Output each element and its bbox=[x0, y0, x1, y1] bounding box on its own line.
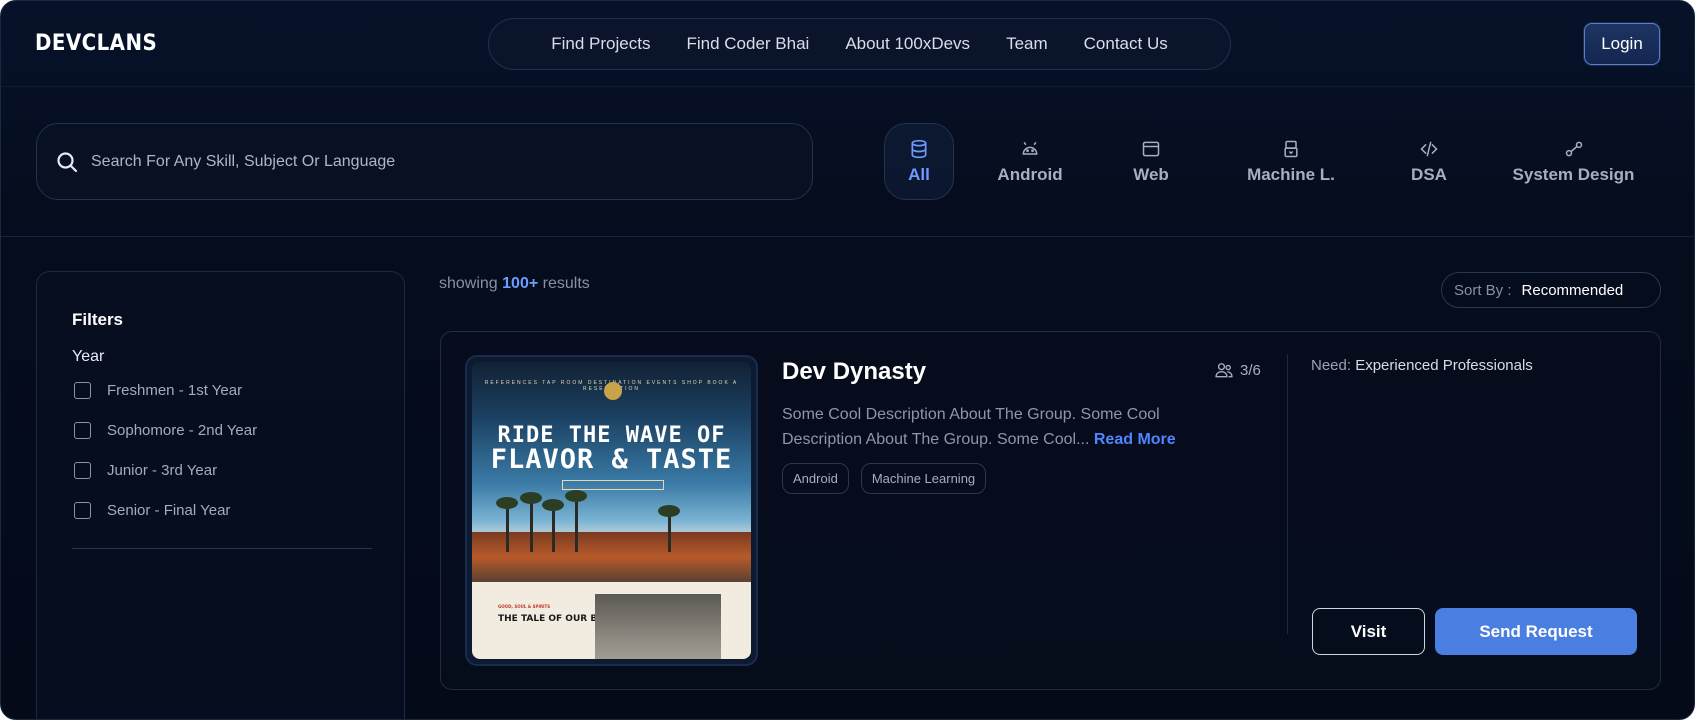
card-divider bbox=[1287, 354, 1288, 634]
results-count: showing 100+ results bbox=[439, 275, 590, 293]
android-icon bbox=[1022, 141, 1038, 155]
search-input[interactable] bbox=[91, 152, 711, 171]
filters-panel: Filters Year Freshmen - 1st Year Sophomo… bbox=[36, 271, 405, 719]
category-system-design[interactable]: System Design bbox=[1506, 123, 1641, 200]
category-dsa[interactable]: DSA bbox=[1399, 123, 1459, 200]
category-all[interactable]: All bbox=[884, 123, 954, 200]
search-toolbar: All Android Web Machine L. DSA bbox=[1, 87, 1694, 237]
need-value: Experienced Professionals bbox=[1355, 357, 1533, 374]
nav-contact-us[interactable]: Contact Us bbox=[1084, 34, 1168, 54]
checkbox[interactable] bbox=[74, 382, 91, 399]
app-frame: DEVCLANS Find Projects Find Coder Bhai A… bbox=[0, 0, 1695, 720]
category-web[interactable]: Web bbox=[1121, 123, 1181, 200]
tag-android[interactable]: Android bbox=[782, 463, 849, 494]
browser-window-icon bbox=[1142, 141, 1160, 156]
nav-about[interactable]: About 100xDevs bbox=[845, 34, 970, 54]
divider bbox=[72, 548, 372, 549]
code-icon bbox=[1420, 141, 1438, 156]
thumbnail-pill bbox=[562, 480, 664, 490]
filter-freshmen[interactable]: Freshmen - 1st Year bbox=[74, 382, 242, 399]
filter-label: Sophomore - 2nd Year bbox=[107, 422, 258, 439]
checkbox[interactable] bbox=[74, 502, 91, 519]
category-machine-learning[interactable]: Machine L. bbox=[1241, 123, 1341, 200]
nodes-icon bbox=[1565, 141, 1582, 156]
database-icon bbox=[911, 139, 927, 158]
logo[interactable]: DEVCLANS bbox=[35, 31, 157, 56]
filters-title: Filters bbox=[72, 310, 124, 329]
category-android[interactable]: Android bbox=[990, 123, 1070, 200]
member-count: 3/6 bbox=[1214, 360, 1261, 380]
sort-value: Recommended bbox=[1521, 281, 1624, 299]
project-card: REFERENCES TAP ROOM DESTINATION EVENTS S… bbox=[440, 331, 1661, 690]
top-header: DEVCLANS Find Projects Find Coder Bhai A… bbox=[1, 1, 1694, 87]
sort-dropdown[interactable]: Sort By : Recommended bbox=[1441, 272, 1661, 308]
filter-junior[interactable]: Junior - 3rd Year bbox=[74, 462, 217, 479]
nav-find-projects[interactable]: Find Projects bbox=[551, 34, 650, 54]
filter-label: Freshmen - 1st Year bbox=[107, 382, 243, 399]
project-title[interactable]: Dev Dynasty bbox=[782, 358, 926, 386]
checkbox[interactable] bbox=[74, 422, 91, 439]
category-label: All bbox=[908, 164, 930, 184]
send-request-button[interactable]: Send Request bbox=[1435, 608, 1637, 655]
read-more-link[interactable]: Read More bbox=[1094, 431, 1176, 448]
project-thumbnail[interactable]: REFERENCES TAP ROOM DESTINATION EVENTS S… bbox=[465, 355, 758, 666]
brewery-logo-icon bbox=[604, 382, 622, 400]
project-tags: Android Machine Learning bbox=[782, 463, 987, 494]
category-label: Android bbox=[997, 164, 1063, 184]
main-nav: Find Projects Find Coder Bhai About 100x… bbox=[488, 18, 1231, 70]
thumbnail-headline: RIDE THE WAVE OF FLAVOR & TASTE bbox=[490, 423, 733, 475]
visit-button[interactable]: Visit bbox=[1312, 608, 1425, 655]
need-label: Need: bbox=[1311, 357, 1352, 374]
search-box[interactable] bbox=[36, 123, 813, 200]
category-label: Web bbox=[1133, 164, 1169, 184]
nav-team[interactable]: Team bbox=[1006, 34, 1048, 54]
sort-label: Sort By : bbox=[1454, 281, 1512, 299]
robot-icon bbox=[1284, 140, 1298, 157]
filter-label: Junior - 3rd Year bbox=[107, 462, 218, 479]
results-number: 100+ bbox=[502, 275, 539, 292]
results-prefix: showing bbox=[439, 275, 498, 292]
checkbox[interactable] bbox=[74, 462, 91, 479]
users-icon bbox=[1215, 363, 1233, 378]
nav-find-coder-bhai[interactable]: Find Coder Bhai bbox=[686, 34, 809, 54]
results-suffix: results bbox=[542, 275, 590, 292]
search-icon bbox=[57, 151, 78, 172]
category-label: Machine L. bbox=[1247, 164, 1335, 184]
filter-label: Senior - Final Year bbox=[107, 502, 231, 519]
need-info: Need: Experienced Professionals bbox=[1311, 357, 1533, 374]
login-button[interactable]: Login bbox=[1584, 23, 1660, 65]
tag-machine-learning[interactable]: Machine Learning bbox=[860, 463, 987, 494]
year-label: Year bbox=[72, 348, 105, 365]
filter-sophomore[interactable]: Sophomore - 2nd Year bbox=[74, 422, 257, 439]
project-description: Some Cool Description About The Group. S… bbox=[782, 406, 1176, 448]
filter-senior[interactable]: Senior - Final Year bbox=[74, 502, 230, 519]
member-count-value: 3/6 bbox=[1240, 361, 1261, 379]
category-label: System Design bbox=[1512, 164, 1635, 184]
category-label: DSA bbox=[1411, 164, 1447, 184]
